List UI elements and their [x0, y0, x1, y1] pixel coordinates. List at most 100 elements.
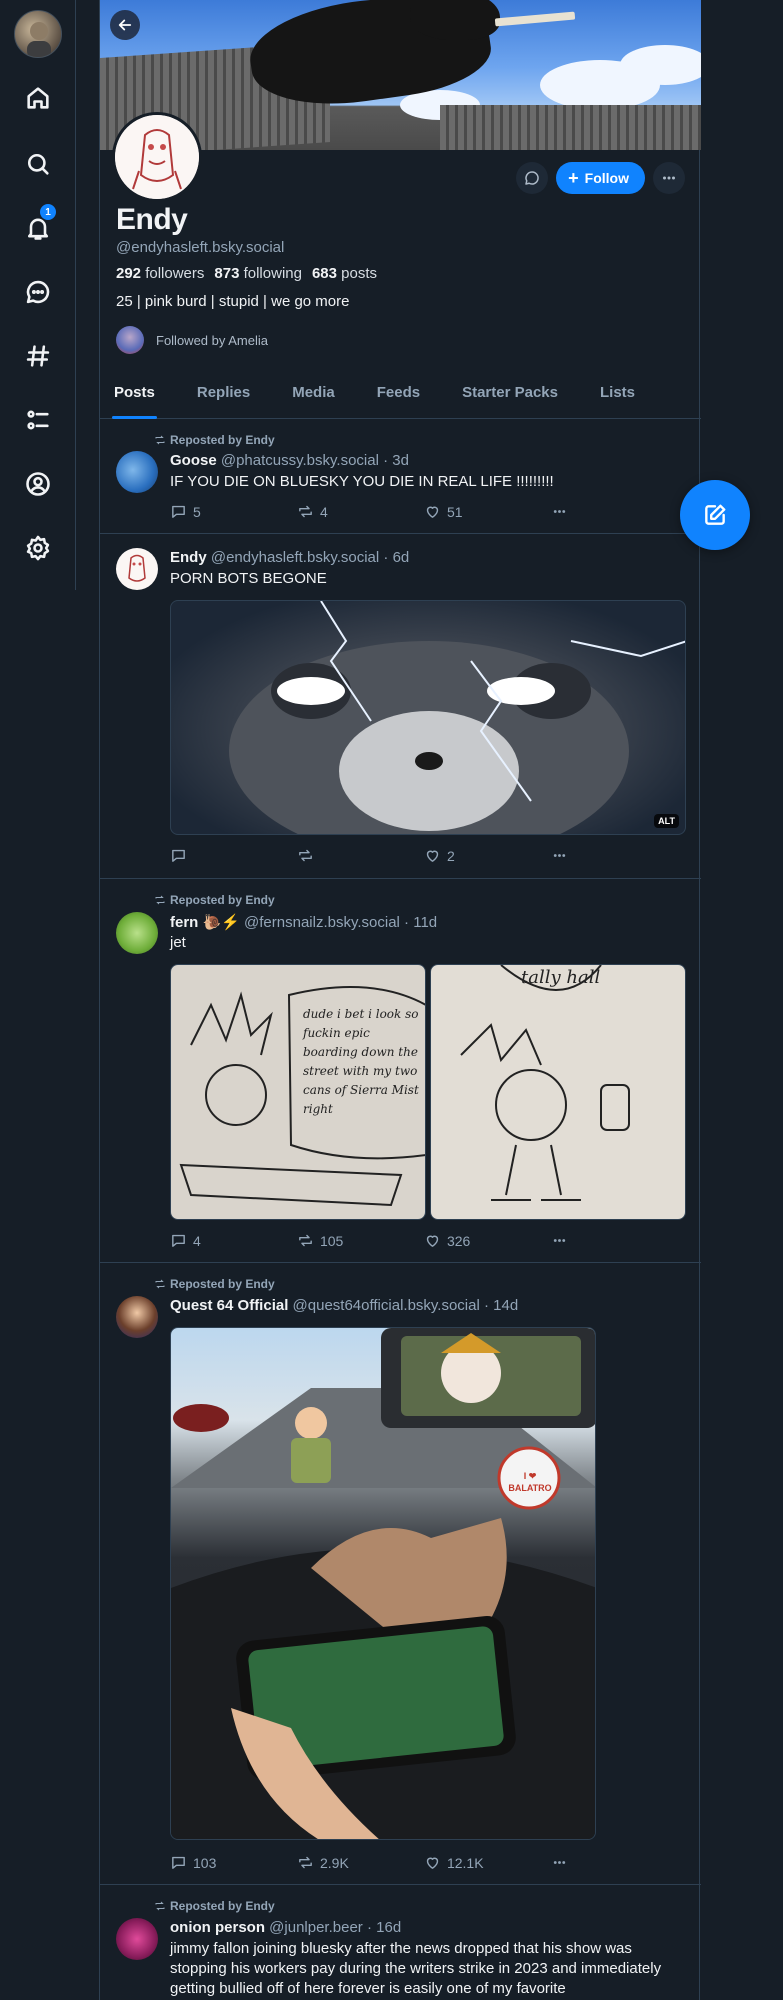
post-more-button[interactable]: [551, 503, 590, 520]
post-author-avatar[interactable]: [116, 912, 158, 954]
repost-icon: [155, 435, 165, 445]
lists-icon[interactable]: [18, 400, 58, 440]
post-header[interactable]: Endy @endyhasleft.bsky.social · 6d: [170, 549, 409, 566]
repost-icon: [299, 505, 312, 518]
author-handle[interactable]: @endyhasleft.bsky.social: [211, 549, 379, 566]
author-handle[interactable]: @phatcussy.bsky.social: [221, 452, 379, 469]
post-actions: 5 4 51: [170, 503, 590, 520]
heart-icon: [426, 506, 439, 518]
author-handle[interactable]: @quest64official.bsky.social: [293, 1297, 480, 1314]
reply-button[interactable]: 103: [170, 1854, 297, 1871]
notifications-icon[interactable]: 1: [18, 204, 58, 248]
profile-icon[interactable]: [18, 464, 58, 504]
author-name[interactable]: Goose: [170, 452, 217, 469]
post-image-left[interactable]: dude i bet i look so fuckin epic boardin…: [170, 964, 426, 1220]
post-header[interactable]: onion person @junlper.beer · 16d: [170, 1919, 401, 1936]
like-button[interactable]: 2: [424, 847, 551, 864]
post-image[interactable]: ALT: [170, 600, 686, 835]
post-text: IF YOU DIE ON BLUESKY YOU DIE IN REAL LI…: [170, 473, 554, 490]
ellipsis-icon: [553, 854, 566, 857]
profile-handle: @endyhasleft.bsky.social: [116, 239, 285, 256]
current-user-avatar[interactable]: [14, 10, 62, 58]
repost-button[interactable]: [297, 847, 424, 864]
feed-post[interactable]: Endy @endyhasleft.bsky.social · 6d PORN …: [100, 535, 701, 879]
reply-button[interactable]: 5: [170, 503, 297, 520]
settings-gear-icon[interactable]: [18, 528, 58, 568]
repost-indicator[interactable]: Reposted by Endy: [154, 1899, 275, 1913]
profile-actions: + Follow: [516, 162, 685, 194]
post-actions: 4 105 326: [170, 1232, 590, 1249]
post-time[interactable]: · 14d: [484, 1297, 518, 1314]
post-author-avatar[interactable]: [116, 451, 158, 493]
ellipsis-icon: [663, 176, 675, 180]
follow-button[interactable]: + Follow: [556, 162, 645, 194]
author-name[interactable]: fern 🐌⚡: [170, 914, 240, 931]
post-time[interactable]: · 16d: [367, 1919, 401, 1936]
post-author-avatar[interactable]: [116, 548, 158, 590]
reply-button[interactable]: [170, 847, 297, 864]
message-button[interactable]: [516, 162, 549, 194]
like-button[interactable]: 326: [424, 1232, 551, 1249]
alt-text-badge[interactable]: ALT: [654, 814, 679, 828]
feed-post[interactable]: Reposted by Endy Goose @phatcussy.bsky.s…: [100, 419, 701, 534]
reply-button[interactable]: 4: [170, 1232, 297, 1249]
tab-starter-packs[interactable]: Starter Packs: [448, 376, 572, 418]
post-header[interactable]: Goose @phatcussy.bsky.social · 3d: [170, 452, 409, 469]
author-name[interactable]: Endy: [170, 549, 207, 566]
ellipsis-icon: [553, 1239, 566, 1242]
post-author-avatar[interactable]: [116, 1296, 158, 1338]
post-time[interactable]: · 3d: [383, 452, 409, 469]
post-time[interactable]: · 11d: [404, 914, 437, 931]
post-author-avatar[interactable]: [116, 1918, 158, 1960]
post-image-right[interactable]: tally hall: [430, 964, 686, 1220]
profile-tabs: Posts Replies Media Feeds Starter Packs …: [100, 376, 701, 419]
repost-icon: [155, 895, 165, 905]
following-stat[interactable]: 873 following: [214, 265, 302, 282]
post-header[interactable]: Quest 64 Official @quest64official.bsky.…: [170, 1297, 518, 1314]
repost-indicator[interactable]: Reposted by Endy: [154, 1277, 275, 1291]
profile-avatar[interactable]: [112, 112, 202, 202]
feed-post[interactable]: Reposted by Endy Quest 64 Official @ques…: [100, 1264, 701, 1885]
tab-lists[interactable]: Lists: [586, 376, 649, 418]
feed-post[interactable]: Reposted by Endy fern 🐌⚡ @fernsnailz.bsk…: [100, 880, 701, 1263]
tab-media[interactable]: Media: [278, 376, 349, 418]
repost-button[interactable]: 4: [297, 503, 424, 520]
notification-badge: 1: [40, 204, 56, 220]
followed-by[interactable]: Followed by Amelia: [116, 326, 268, 354]
tab-feeds[interactable]: Feeds: [363, 376, 434, 418]
tab-posts[interactable]: Posts: [100, 376, 169, 419]
like-button[interactable]: 51: [424, 503, 551, 520]
compose-post-button[interactable]: [680, 480, 750, 550]
author-handle[interactable]: @junlper.beer: [269, 1919, 363, 1936]
author-handle[interactable]: @fernsnailz.bsky.social: [244, 914, 400, 931]
post-more-button[interactable]: [551, 1232, 590, 1249]
post-time[interactable]: · 6d: [383, 549, 409, 566]
back-button[interactable]: [110, 10, 140, 40]
heart-icon: [426, 1235, 439, 1247]
post-header[interactable]: fern 🐌⚡ @fernsnailz.bsky.social · 11d: [170, 913, 437, 931]
repost-button[interactable]: 105: [297, 1232, 424, 1249]
tab-replies[interactable]: Replies: [183, 376, 264, 418]
search-icon[interactable]: [18, 144, 58, 184]
author-name[interactable]: onion person: [170, 1919, 265, 1936]
more-options-button[interactable]: [653, 162, 685, 194]
repost-button[interactable]: 2.9K: [297, 1854, 424, 1871]
post-more-button[interactable]: [551, 847, 590, 864]
repost-indicator[interactable]: Reposted by Endy: [154, 433, 275, 447]
repost-icon: [155, 1901, 165, 1911]
post-image[interactable]: I ❤ BALATRO: [170, 1327, 596, 1840]
reply-icon: [172, 1234, 185, 1247]
post-more-button[interactable]: [551, 1854, 590, 1871]
home-icon[interactable]: [18, 78, 58, 118]
compose-pencil-icon: [705, 504, 726, 525]
followers-stat[interactable]: 292 followers: [116, 265, 204, 282]
chat-icon[interactable]: [18, 272, 58, 312]
chat-bubble-icon: [525, 171, 539, 185]
feed-post[interactable]: Reposted by Endy onion person @junlper.b…: [100, 1886, 701, 2000]
like-button[interactable]: 12.1K: [424, 1854, 551, 1871]
profile-main-column: + Follow Endy @endyhasleft.bsky.social 2…: [99, 0, 701, 2000]
author-name[interactable]: Quest 64 Official: [170, 1297, 288, 1314]
heart-icon: [426, 1857, 439, 1869]
feeds-hashtag-icon[interactable]: [18, 336, 58, 376]
repost-indicator[interactable]: Reposted by Endy: [154, 893, 275, 907]
